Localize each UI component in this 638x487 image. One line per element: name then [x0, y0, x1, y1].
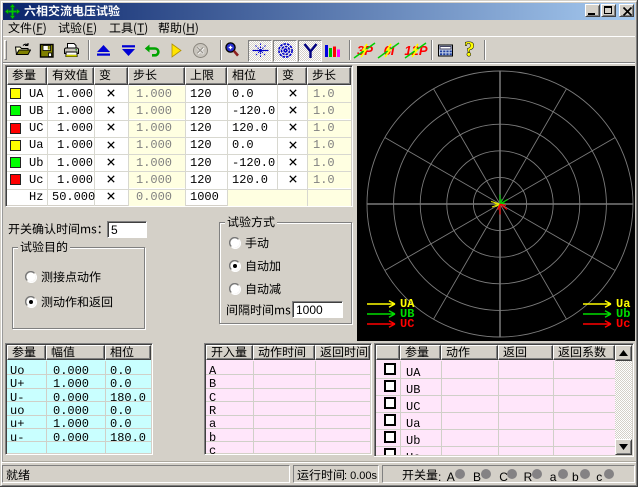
- svg-text:?: ?: [464, 40, 475, 60]
